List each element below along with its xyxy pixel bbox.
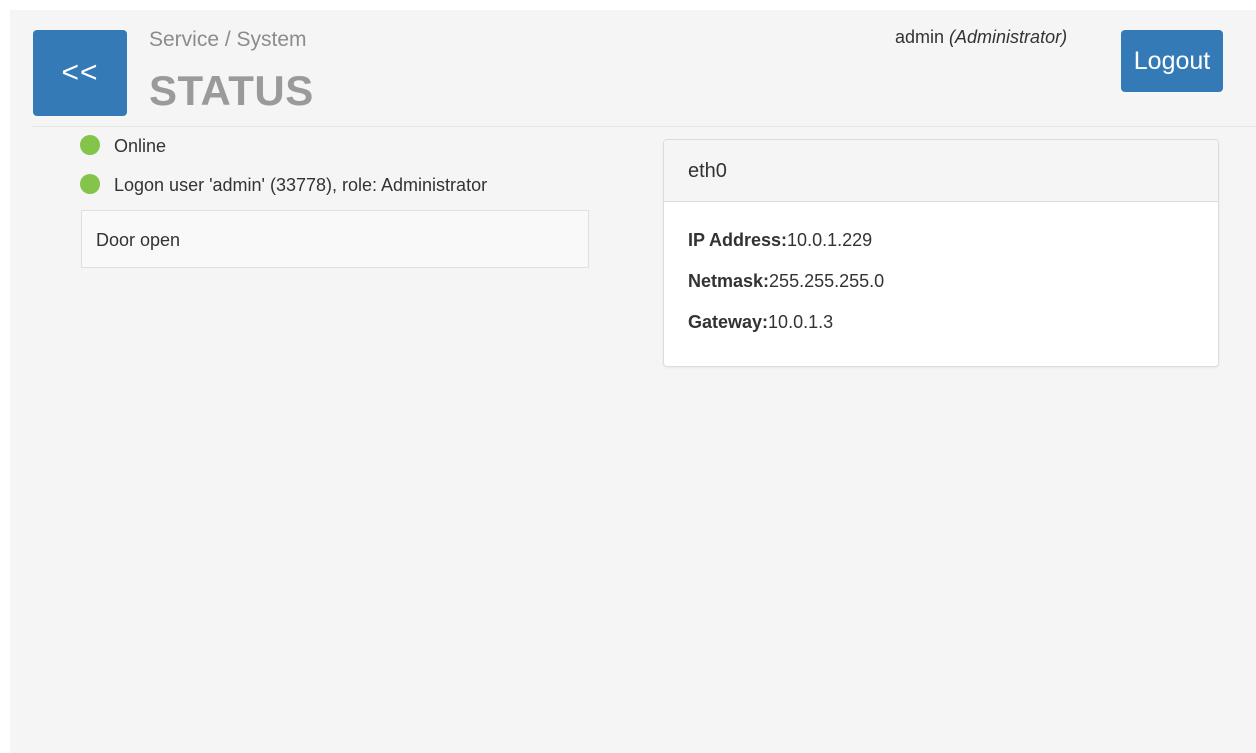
netmask-label: Netmask: — [688, 271, 770, 291]
back-button[interactable]: << — [33, 30, 127, 116]
door-status-box: Door open — [81, 210, 589, 268]
current-user: admin (Administrator) — [895, 27, 1067, 48]
status-online: Online — [80, 135, 167, 157]
breadcrumb: Service / System — [149, 28, 307, 51]
status-online-icon — [80, 135, 100, 156]
status-logon-user: Logon user 'admin' (33778), role: Admini… — [80, 174, 488, 196]
interface-name: eth0 — [688, 160, 727, 182]
gateway-value: 10.0.1.3 — [768, 312, 834, 332]
ip-address-row: IP Address:10.0.1.229 — [688, 230, 872, 251]
status-logon-icon — [80, 174, 100, 195]
user-role: (Administrator) — [949, 27, 1068, 47]
gateway-label: Gateway: — [688, 312, 769, 332]
header-divider — [32, 126, 1256, 127]
network-panel: eth0 IP Address:10.0.1.229 Netmask:255.2… — [663, 139, 1219, 367]
ip-address-label: IP Address: — [688, 230, 788, 250]
network-panel-heading: eth0 — [664, 140, 1218, 202]
status-logon-label: Logon user 'admin' (33778), role: Admini… — [114, 175, 488, 195]
door-status-label: Door open — [96, 230, 181, 250]
logout-button[interactable]: Logout — [1121, 30, 1223, 92]
netmask-value: 255.255.255.0 — [769, 271, 885, 291]
user-name: admin — [895, 27, 945, 47]
status-online-label: Online — [114, 136, 167, 156]
page-container: << Service / System STATUS admin (Admini… — [10, 10, 1256, 753]
netmask-row: Netmask:255.255.255.0 — [688, 271, 884, 292]
ip-address-value: 10.0.1.229 — [787, 230, 873, 250]
gateway-row: Gateway:10.0.1.3 — [688, 312, 833, 333]
page-title: STATUS — [149, 67, 314, 114]
